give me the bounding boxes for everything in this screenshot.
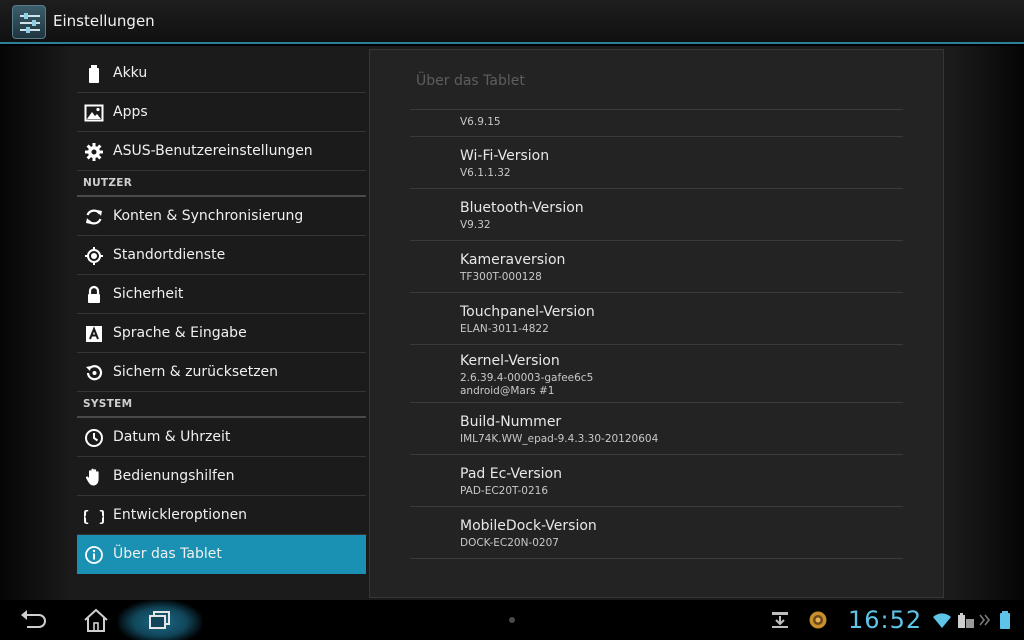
home-button[interactable] [78,606,114,634]
sidebar-item-label: Bedienungshilfen [113,468,235,484]
sidebar-item-developer-options[interactable]: { } Entwickleroptionen [77,496,366,535]
info-title: Touchpanel-Version [460,304,595,320]
info-value: 2.6.39.4-00003-gafee6c5 [460,372,594,384]
sidebar-item-about-tablet[interactable]: Über das Tablet [77,535,366,574]
settings-list: Akku Apps ASUS-Benutzereinstellungen NUT… [77,54,366,574]
sidebar-item-backup-reset[interactable]: Sichern & zurücksetzen [77,353,366,392]
info-value: V6.9.15 [460,116,501,128]
sidebar-item-date-time[interactable]: Datum & Uhrzeit [77,418,366,457]
section-header-user: NUTZER [77,171,366,197]
sidebar-item-accessibility[interactable]: Bedienungshilfen [77,457,366,496]
sidebar-item-asus-settings[interactable]: ASUS-Benutzereinstellungen [77,132,366,171]
backup-icon [84,363,104,383]
info-value-line2: android@Mars #1 [460,385,555,397]
section-header-label: NUTZER [83,177,133,189]
battery-dock-icon [956,610,976,630]
sidebar-item-akku[interactable]: Akku [77,54,366,93]
info-title: Bluetooth-Version [460,200,584,216]
sidebar-item-label: Apps [113,104,148,120]
list-item[interactable]: Wi-Fi-Version V6.1.1.32 [410,137,903,189]
settings-sliders-icon[interactable] [12,5,46,39]
section-header-system: SYSTEM [77,392,366,418]
apps-icon [84,103,104,123]
info-title: Pad Ec-Version [460,466,562,482]
battery-icon [998,610,1018,630]
battery-icon [84,64,104,84]
hand-icon [84,467,104,487]
chevron-right-icon[interactable] [978,610,998,630]
sidebar-item-label: Konten & Synchronisierung [113,208,304,224]
gear-icon [84,142,104,162]
list-item[interactable]: Pad Ec-Version PAD-EC20T-0216 [410,455,903,507]
info-title: Build-Nummer [460,414,562,430]
clock-icon [84,428,104,448]
sidebar-item-security[interactable]: Sicherheit [77,275,366,314]
page-title: Über das Tablet [416,73,525,89]
info-value: V6.1.1.32 [460,167,511,179]
sidebar-item-label: Standortdienste [113,247,226,263]
app-title: Einstellungen [53,12,155,30]
language-icon [84,324,104,344]
braces-icon: { } [80,506,107,526]
status-clock[interactable]: 16:52 [848,606,922,634]
action-bar: Einstellungen [0,0,1024,44]
section-header-label: SYSTEM [83,398,133,410]
sync-icon [84,207,104,227]
content-area: Akku Apps ASUS-Benutzereinstellungen NUT… [0,46,1024,600]
list-item[interactable]: MobileDock-Version DOCK-EC20N-0207 [410,507,903,559]
list-item[interactable]: Kernel-Version 2.6.39.4-00003-gafee6c5 a… [410,345,903,403]
list-item[interactable]: Bluetooth-Version V9.32 [410,189,903,241]
info-value: PAD-EC20T-0216 [460,485,549,497]
recent-apps-icon [149,611,170,629]
wifi-icon [932,610,952,630]
back-icon [21,610,46,628]
sidebar-item-label: Sicherheit [113,286,184,302]
info-title: Kernel-Version [460,353,560,369]
notification-app-icon[interactable] [808,610,828,630]
sidebar-item-language-input[interactable]: Sprache & Eingabe [77,314,366,353]
sidebar-item-apps[interactable]: Apps [77,93,366,132]
svg-text:{ }: { } [84,508,104,526]
sidebar-item-label: Über das Tablet [113,546,222,562]
recent-apps-button[interactable] [142,606,178,634]
info-value: DOCK-EC20N-0207 [460,537,559,549]
detail-pane: Über das Tablet V6.9.15 Wi-Fi-Version V6… [369,49,944,598]
sidebar-item-label: ASUS-Benutzereinstellungen [113,143,313,159]
list-item[interactable]: Kameraversion TF300T-000128 [410,241,903,293]
download-icon[interactable] [770,610,790,630]
sidebar-item-label: Entwickleroptionen [113,507,248,523]
info-title: Wi-Fi-Version [460,148,550,164]
system-bar: 16:52 [0,600,1024,640]
info-title: Kameraversion [460,252,566,268]
lock-icon [84,285,104,305]
back-button[interactable] [15,606,51,634]
sidebar-item-label: Akku [113,65,148,81]
page-indicator-dot [509,617,515,623]
info-list: V6.9.15 Wi-Fi-Version V6.1.1.32 Bluetoot… [410,109,903,559]
list-item[interactable]: Build-Nummer IML74K.WW_epad-9.4.3.30-201… [410,403,903,455]
home-icon [84,608,108,632]
sidebar-item-label: Sprache & Eingabe [113,325,247,341]
info-icon [84,545,104,565]
list-item[interactable]: Touchpanel-Version ELAN-3011-4822 [410,293,903,345]
info-value: IML74K.WW_epad-9.4.3.30-20120604 [460,433,659,445]
sidebar-item-label: Datum & Uhrzeit [113,429,231,445]
sidebar-item-location[interactable]: Standortdienste [77,236,366,275]
info-title: MobileDock-Version [460,518,597,534]
sidebar-item-accounts-sync[interactable]: Konten & Synchronisierung [77,197,366,236]
info-value: V9.32 [460,219,491,231]
location-icon [84,246,104,266]
info-value: ELAN-3011-4822 [460,323,549,335]
sidebar-item-label: Sichern & zurücksetzen [113,364,279,380]
info-value: TF300T-000128 [460,271,542,283]
list-item[interactable]: V6.9.15 [410,110,903,137]
